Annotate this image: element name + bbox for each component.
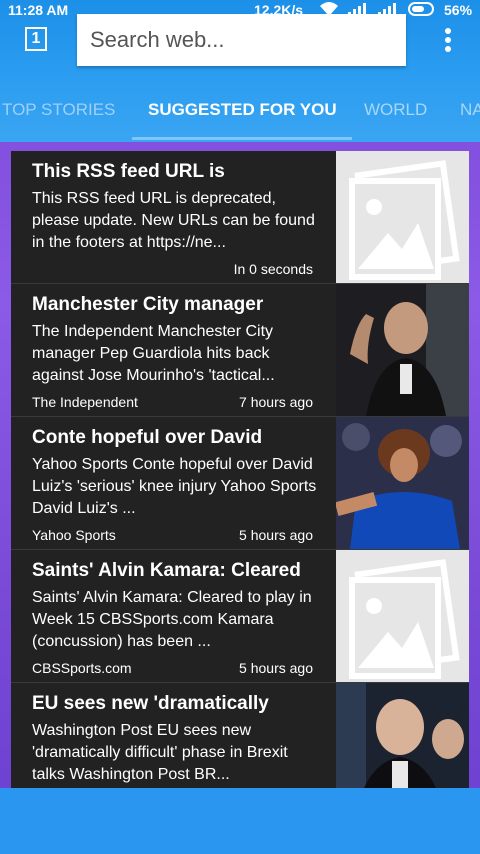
news-time: 5 hours ago	[239, 527, 313, 543]
news-card[interactable]: Manchester City manager The Independent …	[11, 284, 469, 417]
tab-count-button[interactable]: 1	[25, 27, 47, 51]
tab-top-stories[interactable]: TOP STORIES	[2, 100, 115, 120]
news-photo	[336, 683, 469, 788]
news-description: Yahoo Sports Conte hopeful over David Lu…	[32, 456, 317, 517]
search-box[interactable]	[77, 14, 406, 66]
bottom-bar	[0, 788, 480, 854]
news-title: Saints' Alvin Kamara: Cleared	[32, 560, 301, 581]
news-time: In 0 seconds	[233, 261, 313, 277]
news-description: Saints' Alvin Kamara: Cleared to play in…	[32, 589, 312, 650]
news-card[interactable]: EU sees new 'dramatically Washington Pos…	[11, 683, 469, 788]
news-source: Yahoo Sports	[32, 527, 116, 543]
tab-indicator	[132, 137, 352, 140]
news-photo	[336, 417, 469, 549]
battery-percent: 56%	[444, 2, 473, 18]
news-description: This RSS feed URL is deprecated, please …	[32, 190, 315, 251]
battery-icon	[408, 2, 434, 16]
search-input[interactable]	[88, 14, 392, 66]
news-card[interactable]: This RSS feed URL is This RSS feed URL i…	[11, 151, 469, 284]
news-title: Manchester City manager	[32, 294, 264, 315]
status-time: 11:28 AM	[8, 2, 69, 18]
news-card[interactable]: Saints' Alvin Kamara: Cleared Saints' Al…	[11, 550, 469, 683]
category-tabs: TOP STORIES SUGGESTED FOR YOU WORLD NA	[0, 90, 480, 134]
news-feed[interactable]: This RSS feed URL is This RSS feed URL i…	[11, 151, 469, 788]
tab-nation[interactable]: NA	[460, 100, 480, 120]
image-placeholder-icon	[336, 550, 469, 682]
news-photo	[336, 284, 469, 416]
news-card[interactable]: Conte hopeful over David Yahoo Sports Co…	[11, 417, 469, 550]
news-description: The Independent Manchester City manager …	[32, 323, 275, 384]
news-title: This RSS feed URL is	[32, 161, 225, 182]
news-title: Conte hopeful over David	[32, 427, 263, 448]
news-description: Washington Post EU sees new 'dramaticall…	[32, 722, 288, 783]
overflow-menu-icon[interactable]	[438, 26, 458, 54]
news-source: CBSSports.com	[32, 660, 132, 676]
tab-world[interactable]: WORLD	[364, 100, 427, 120]
app-header: 11:28 AM 12.2K/s 56% 1 TOP STORIES SUGGE…	[0, 0, 480, 142]
news-time: 7 hours ago	[239, 394, 313, 410]
news-time: 5 hours ago	[239, 660, 313, 676]
image-placeholder-icon	[336, 151, 469, 283]
tab-suggested-for-you[interactable]: SUGGESTED FOR YOU	[148, 100, 337, 120]
news-source: The Independent	[32, 394, 138, 410]
news-title: EU sees new 'dramatically	[32, 693, 269, 714]
